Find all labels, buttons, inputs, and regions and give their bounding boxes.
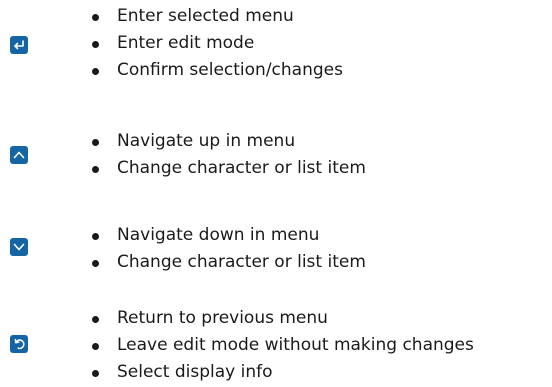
back-key-description-list: Return to previous menu Leave edit mode … [90, 305, 474, 386]
list-item: Change character or list item [90, 155, 366, 182]
up-key-description-list: Navigate up in menu Change character or … [90, 128, 366, 182]
list-item: Navigate up in menu [90, 128, 366, 155]
list-item: Select display info [90, 359, 474, 386]
arrow-down-key-icon [10, 238, 28, 256]
list-item: Change character or list item [90, 249, 366, 276]
list-item: Enter selected menu [90, 3, 343, 30]
list-item: Navigate down in menu [90, 222, 366, 249]
enter-key-icon [10, 36, 28, 54]
list-item: Confirm selection/changes [90, 57, 343, 84]
list-item: Leave edit mode without making changes [90, 332, 474, 359]
back-key-icon [10, 335, 28, 353]
down-key-description-list: Navigate down in menu Change character o… [90, 222, 366, 276]
enter-key-description-list: Enter selected menu Enter edit mode Conf… [90, 3, 343, 84]
list-item: Return to previous menu [90, 305, 474, 332]
list-item: Enter edit mode [90, 30, 343, 57]
arrow-up-key-icon [10, 146, 28, 164]
